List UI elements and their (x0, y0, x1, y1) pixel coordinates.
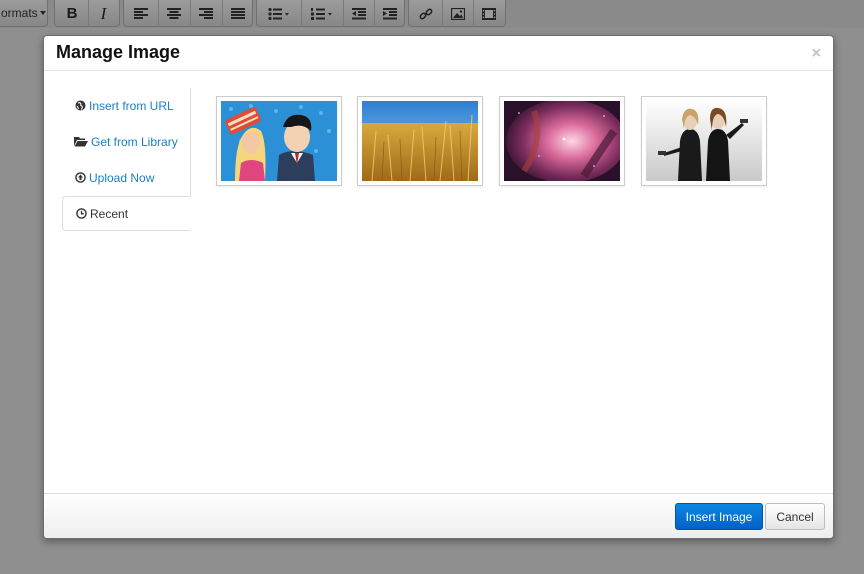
tab-label: Get from Library (91, 134, 178, 149)
recent-thumbnail-wheat[interactable] (357, 96, 483, 186)
tab-recent[interactable]: Recent (62, 196, 191, 231)
folder-open-icon (74, 136, 88, 148)
globe-icon (74, 100, 86, 112)
clock-icon (75, 208, 87, 220)
align-center-button[interactable] (158, 0, 188, 27)
tab-label: Recent (90, 206, 129, 221)
editor-toolbar: ormats B I (0, 0, 864, 28)
bold-icon: B (66, 5, 78, 22)
formats-label: ormats (1, 6, 38, 20)
wheat-field-image (362, 101, 478, 181)
numbered-list-button[interactable] (301, 0, 341, 27)
align-left-icon (134, 7, 148, 19)
manage-image-dialog: Manage Image × Insert from URL Get from … (43, 35, 834, 539)
bullet-list-icon (268, 7, 289, 20)
two-women-image (646, 101, 762, 181)
insert-image-button[interactable]: Insert Image (675, 503, 763, 530)
image-icon (450, 7, 465, 20)
align-group (123, 0, 253, 27)
link-icon (419, 8, 433, 19)
tab-label: Upload Now (89, 170, 155, 185)
list-group (256, 0, 405, 27)
insert-group (408, 0, 506, 27)
dialog-header: Manage Image × (44, 36, 833, 71)
tab-label: Insert from URL (89, 98, 174, 113)
dialog-footer: Insert Image Cancel (44, 493, 833, 538)
recent-thumbnail-cartoon[interactable] (216, 96, 342, 186)
tab-upload-now[interactable]: Upload Now (62, 160, 190, 195)
align-right-button[interactable] (190, 0, 220, 27)
caret-down-icon (39, 11, 46, 15)
source-tabs: Insert from URL Get from Library Upload … (62, 88, 191, 231)
italic-button[interactable]: I (88, 0, 118, 27)
bold-button[interactable]: B (57, 0, 87, 27)
nebula-image (504, 101, 620, 181)
formats-dropdown[interactable]: ormats (0, 0, 48, 27)
italic-icon: I (100, 3, 107, 23)
tab-get-from-library[interactable]: Get from Library (62, 124, 190, 159)
video-icon (481, 7, 496, 20)
dialog-title: Manage Image (56, 42, 181, 62)
numbered-list-icon (310, 7, 332, 20)
cartoon-image (221, 101, 337, 181)
upload-icon (74, 172, 86, 184)
close-icon[interactable]: × (812, 45, 821, 63)
tab-insert-from-url[interactable]: Insert from URL (62, 88, 190, 123)
recent-thumbnail-nebula[interactable] (499, 96, 625, 186)
recent-thumbnail-women[interactable] (641, 96, 767, 186)
video-button[interactable] (473, 0, 503, 27)
align-justify-button[interactable] (222, 0, 252, 27)
link-button[interactable] (411, 0, 441, 27)
text-style-group: B I (54, 0, 120, 27)
outdent-button[interactable] (343, 0, 373, 27)
align-left-button[interactable] (126, 0, 156, 27)
align-justify-icon (230, 7, 245, 19)
image-button[interactable] (442, 0, 472, 27)
cancel-button[interactable]: Cancel (765, 503, 825, 530)
indent-icon (382, 7, 397, 19)
align-right-icon (198, 7, 213, 19)
indent-button[interactable] (374, 0, 404, 27)
align-center-icon (166, 7, 181, 19)
bullet-list-button[interactable] (259, 0, 299, 27)
outdent-icon (351, 7, 366, 19)
